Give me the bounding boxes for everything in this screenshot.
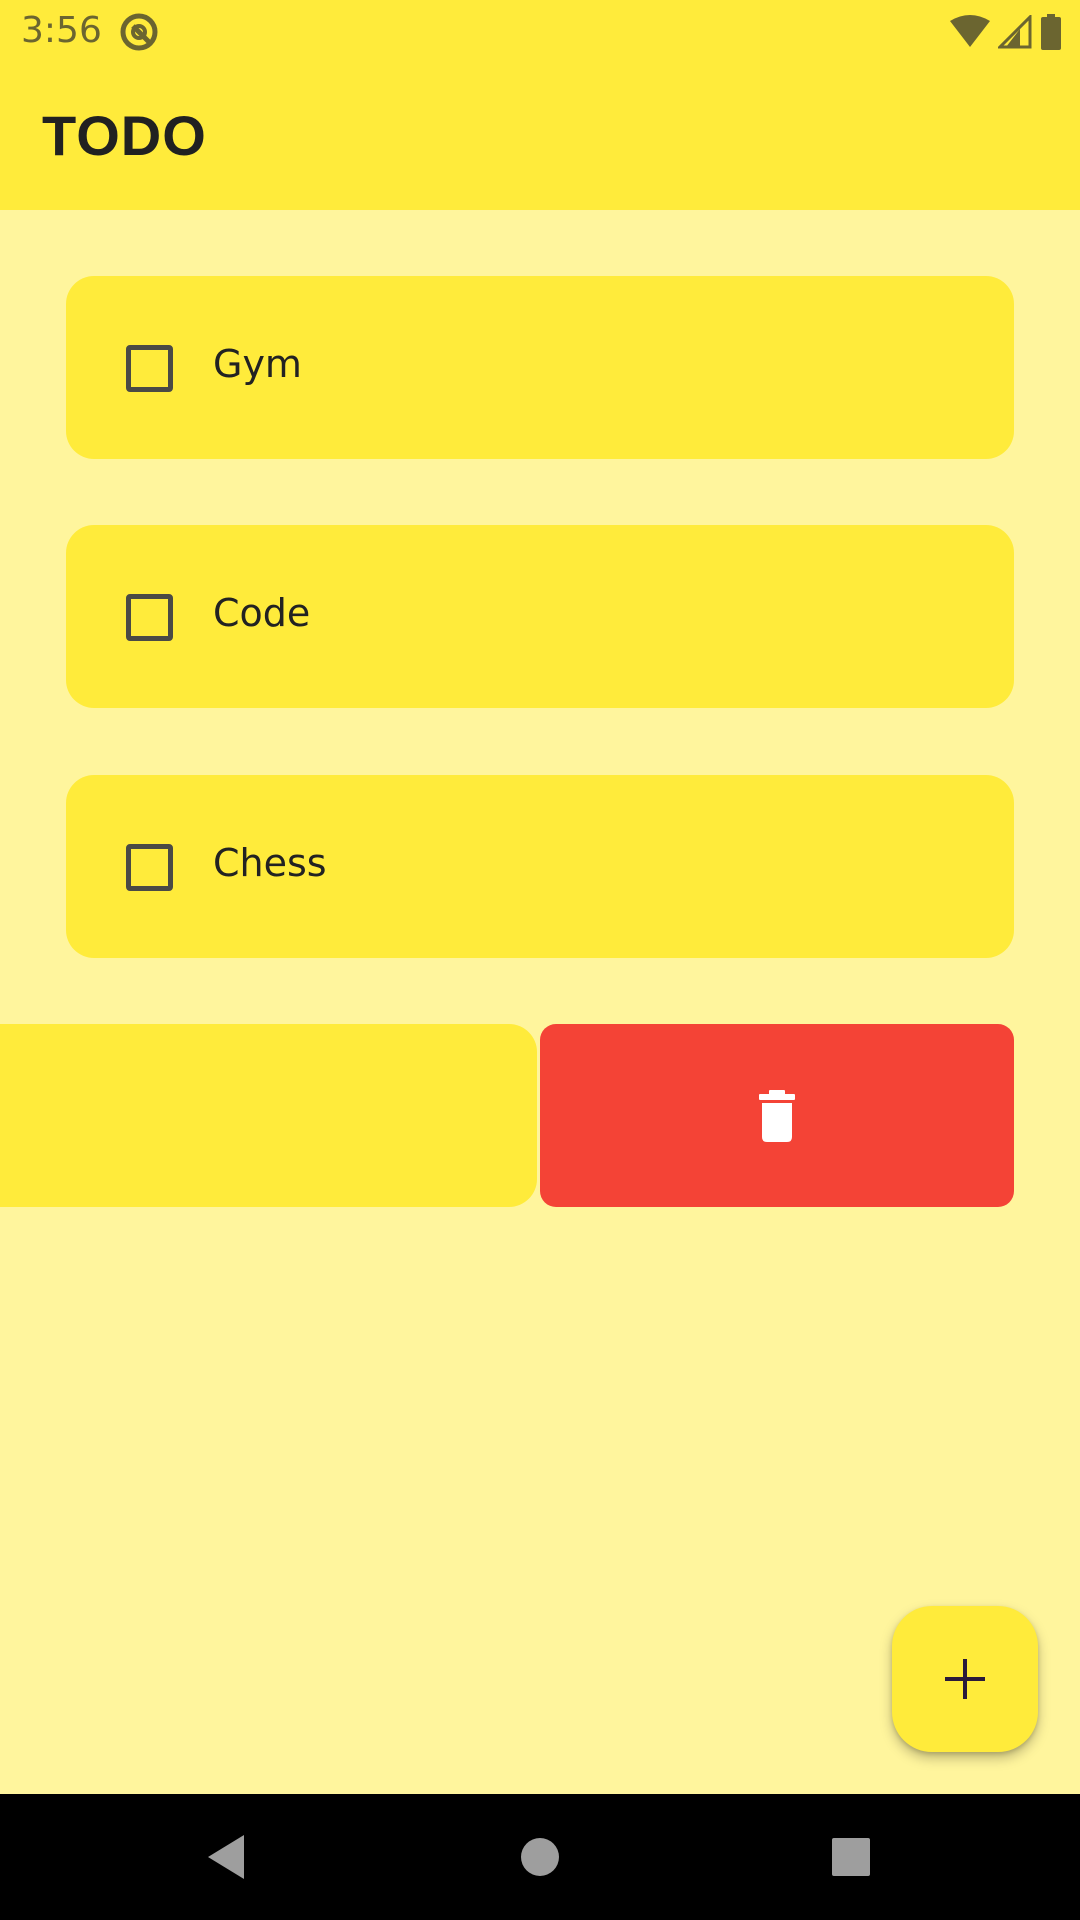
home-icon xyxy=(521,1838,559,1876)
wifi-icon xyxy=(950,15,990,47)
status-time: 3:56 xyxy=(21,10,102,51)
todo-label: Chess xyxy=(213,841,327,885)
recents-icon xyxy=(832,1838,870,1876)
battery-icon xyxy=(1041,14,1061,50)
add-todo-button[interactable] xyxy=(892,1606,1038,1752)
status-bar: 3:56 xyxy=(0,0,1080,63)
todo-checkbox[interactable] xyxy=(126,594,173,641)
back-icon xyxy=(208,1835,244,1879)
todo-checkbox[interactable] xyxy=(126,844,173,891)
todo-label: Gym xyxy=(213,342,302,386)
todo-item[interactable]: Chess xyxy=(66,775,1014,958)
todo-item-swiped[interactable] xyxy=(0,1024,537,1207)
back-button[interactable] xyxy=(193,1824,259,1890)
trash-icon xyxy=(759,1090,795,1142)
recents-button[interactable] xyxy=(818,1824,884,1890)
home-button[interactable] xyxy=(507,1824,573,1890)
delete-action-button[interactable] xyxy=(540,1024,1014,1207)
todo-item[interactable]: Gym xyxy=(66,276,1014,459)
todo-checkbox[interactable] xyxy=(126,345,173,392)
at-sign-notification-icon xyxy=(120,13,158,51)
system-nav-bar xyxy=(0,1794,1080,1920)
todo-label: Code xyxy=(213,591,311,635)
plus-icon xyxy=(945,1659,985,1699)
cellular-signal-icon xyxy=(998,15,1032,49)
page-title: TODO xyxy=(42,104,207,167)
app-bar: TODO xyxy=(0,63,1080,210)
status-icons xyxy=(950,12,1062,52)
todo-item[interactable]: Code xyxy=(66,525,1014,708)
